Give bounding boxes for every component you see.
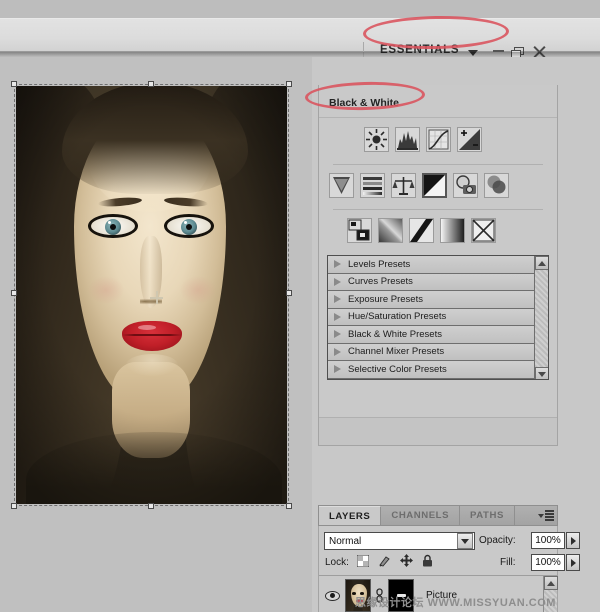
- fill-label: Fill:: [500, 557, 516, 568]
- disclosure-triangle-icon[interactable]: [334, 365, 341, 374]
- gradient-map-icon[interactable]: [440, 218, 465, 243]
- adjustments-panel-footer: [319, 418, 557, 445]
- tab-channels[interactable]: CHANNELS: [381, 506, 461, 525]
- application-bar: ESSENTIALS: [0, 18, 600, 64]
- watermark: 思缘设计论坛 WWW.MISSYUAN.COM: [355, 594, 556, 610]
- transform-handle-tr[interactable]: [286, 81, 292, 87]
- preset-label: Exposure Presets: [348, 293, 423, 305]
- preset-label: Hue/Saturation Presets: [348, 311, 447, 323]
- layers-tab-bar: LAYERS CHANNELS PATHS: [318, 505, 558, 526]
- threshold-icon[interactable]: [409, 218, 434, 243]
- transform-handle-bc[interactable]: [148, 503, 154, 509]
- preset-row[interactable]: Black & White Presets: [328, 326, 548, 344]
- tab-filler: [514, 506, 535, 525]
- lock-icon-group: [356, 554, 433, 572]
- layer-visibility-toggle[interactable]: [319, 590, 345, 601]
- preset-row[interactable]: Selective Color Presets: [328, 361, 548, 379]
- lock-image-pixels-icon[interactable]: [378, 554, 391, 572]
- transform-handle-mr[interactable]: [286, 290, 292, 296]
- adjustments-panel: Black & White Levels Presets Curves Pres…: [318, 85, 558, 446]
- exposure-icon[interactable]: [457, 127, 482, 152]
- lock-all-icon[interactable]: [422, 554, 433, 572]
- tab-layers[interactable]: LAYERS: [319, 506, 382, 525]
- tab-channels-label: CHANNELS: [391, 510, 450, 521]
- preset-label: Selective Color Presets: [348, 363, 447, 375]
- invert-icon[interactable]: [347, 218, 372, 243]
- preset-label: Black & White Presets: [348, 328, 442, 340]
- preset-label: Curves Presets: [348, 276, 413, 288]
- hue-saturation-icon[interactable]: [360, 173, 385, 198]
- adjustment-icon-row-3: [347, 218, 496, 243]
- divider: [319, 117, 557, 118]
- photo-filter-icon[interactable]: [453, 173, 478, 198]
- chevron-down-icon[interactable]: [457, 533, 473, 549]
- lock-label: Lock:: [325, 557, 349, 568]
- channel-mixer-icon[interactable]: [484, 173, 509, 198]
- document-canvas-area[interactable]: [0, 57, 312, 612]
- fill-input[interactable]: 100%: [531, 554, 565, 571]
- preset-scrollbar[interactable]: [534, 256, 548, 379]
- watermark-cn: 思缘设计论坛: [355, 597, 424, 609]
- black-white-icon[interactable]: [422, 173, 447, 198]
- posterize-icon[interactable]: [378, 218, 403, 243]
- preset-row[interactable]: Channel Mixer Presets: [328, 343, 548, 361]
- portrait-photo[interactable]: [16, 86, 287, 504]
- transform-handle-tc[interactable]: [148, 81, 154, 87]
- tab-paths[interactable]: PATHS: [460, 506, 515, 525]
- scroll-up-button[interactable]: [544, 576, 558, 590]
- eye-icon[interactable]: [324, 590, 340, 601]
- tab-layers-label: LAYERS: [329, 510, 371, 522]
- selective-color-icon[interactable]: [471, 218, 496, 243]
- brightness-contrast-icon[interactable]: [364, 127, 389, 152]
- tab-paths-label: PATHS: [470, 510, 504, 521]
- preset-row[interactable]: Curves Presets: [328, 273, 548, 291]
- preset-row[interactable]: Exposure Presets: [328, 291, 548, 309]
- adjustment-icon-row-1: [364, 127, 482, 152]
- photoshop-window: ESSENTIALS Black & White Levels Presets …: [0, 0, 600, 612]
- disclosure-triangle-icon[interactable]: [334, 277, 341, 286]
- image-with-transform[interactable]: [11, 81, 292, 509]
- divider: [333, 209, 543, 210]
- disclosure-triangle-icon[interactable]: [334, 347, 341, 356]
- preset-row[interactable]: Hue/Saturation Presets: [328, 308, 548, 326]
- opacity-stepper-icon[interactable]: [566, 532, 580, 549]
- preset-label: Channel Mixer Presets: [348, 346, 445, 358]
- divider: [333, 164, 543, 165]
- panel-menu-icon[interactable]: [535, 506, 557, 525]
- transform-handle-ml[interactable]: [11, 290, 17, 296]
- panel-dock: ADJUSTMENTS MASKS Black & White: [312, 57, 600, 612]
- transform-handle-br[interactable]: [286, 503, 292, 509]
- disclosure-triangle-icon[interactable]: [334, 330, 341, 339]
- transform-handle-tl[interactable]: [11, 81, 17, 87]
- lock-transparent-pixels-icon[interactable]: [356, 554, 370, 572]
- opacity-label: Opacity:: [479, 535, 516, 546]
- transform-center-point[interactable]: [150, 291, 163, 304]
- adjustment-title: Black & White: [329, 97, 400, 109]
- preset-label: Levels Presets: [348, 258, 411, 270]
- vibrance-icon[interactable]: [329, 173, 354, 198]
- color-balance-icon[interactable]: [391, 173, 416, 198]
- levels-icon[interactable]: [395, 127, 420, 152]
- disclosure-triangle-icon[interactable]: [334, 295, 341, 304]
- disclosure-triangle-icon[interactable]: [334, 312, 341, 321]
- scroll-up-button[interactable]: [535, 256, 548, 270]
- fill-stepper-icon[interactable]: [566, 554, 580, 571]
- preset-list[interactable]: Levels Presets Curves Presets Exposure Pre…: [327, 255, 549, 380]
- blend-mode-select[interactable]: Normal: [324, 532, 475, 550]
- curves-icon[interactable]: [426, 127, 451, 152]
- adjustment-icon-row-2: [329, 173, 509, 198]
- transform-handle-bl[interactable]: [11, 503, 17, 509]
- preset-row[interactable]: Levels Presets: [328, 256, 548, 274]
- scroll-down-button[interactable]: [535, 367, 548, 379]
- watermark-url: WWW.MISSYUAN.COM: [427, 597, 556, 609]
- disclosure-triangle-icon[interactable]: [334, 260, 341, 269]
- blend-mode-value: Normal: [329, 535, 362, 547]
- opacity-input[interactable]: 100%: [531, 532, 565, 549]
- lock-position-icon[interactable]: [400, 554, 413, 572]
